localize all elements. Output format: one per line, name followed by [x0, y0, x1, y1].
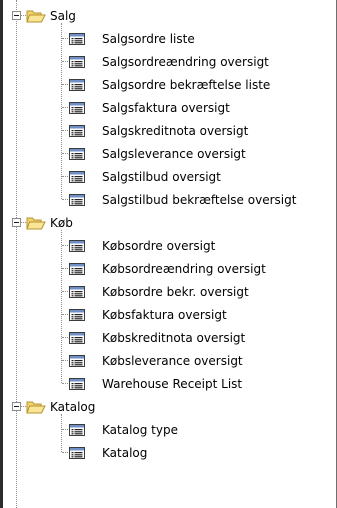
collapse-minus-icon[interactable]	[12, 218, 21, 227]
tree-item-label[interactable]: Katalog type	[102, 422, 178, 438]
report-list-icon	[69, 355, 85, 367]
tree-item-label[interactable]: Salgsordreændring oversigt	[102, 54, 269, 70]
open-folder-icon	[26, 216, 46, 230]
tree-connector	[61, 23, 62, 199]
tree-item-label[interactable]: Købsordre oversigt	[102, 238, 215, 254]
report-list-icon	[69, 447, 85, 459]
tree-item[interactable]	[0, 441, 336, 464]
tree-item-label[interactable]: Salgskreditnota oversigt	[102, 123, 248, 139]
tree-item-label[interactable]: Købsordre bekr. oversigt	[102, 284, 249, 300]
report-list-icon	[69, 378, 85, 390]
tree-item-label[interactable]: Salgsordre bekræftelse liste	[102, 77, 270, 93]
tree-group-label[interactable]: Katalog	[50, 399, 95, 415]
open-folder-icon	[26, 9, 46, 23]
collapse-minus-icon[interactable]	[12, 11, 21, 20]
tree-item-label[interactable]: Købsleverance oversigt	[102, 353, 243, 369]
report-list-icon	[69, 263, 85, 275]
report-list-icon	[69, 240, 85, 252]
report-list-icon	[69, 79, 85, 91]
report-list-icon	[69, 309, 85, 321]
report-list-icon	[69, 424, 85, 436]
report-list-icon	[69, 194, 85, 206]
tree-item-label[interactable]: Købsfaktura oversigt	[102, 307, 227, 323]
tree-item-label[interactable]: Katalog	[102, 445, 147, 461]
open-folder-icon	[26, 400, 46, 414]
report-list-icon	[69, 286, 85, 298]
tree-connector	[61, 414, 62, 452]
tree-connector	[61, 230, 62, 383]
report-list-icon	[69, 56, 85, 68]
tree-item-label[interactable]: Salgsordre liste	[102, 31, 195, 47]
tree-item-label[interactable]: Salgsfaktura oversigt	[102, 100, 230, 116]
navigation-tree: Salg Salgsordre liste Salgsordreændring ov…	[0, 0, 337, 508]
tree-item-label[interactable]: Warehouse Receipt List	[102, 376, 242, 392]
report-list-icon	[69, 148, 85, 160]
tree-item-label[interactable]: Salgstilbud oversigt	[102, 169, 221, 185]
report-list-icon	[69, 125, 85, 137]
report-list-icon	[69, 102, 85, 114]
tree-item-label[interactable]: Salgstilbud bekræftelse oversigt	[102, 192, 296, 208]
tree-item-label[interactable]: Salgsleverance oversigt	[102, 146, 246, 162]
tree-group-label[interactable]: Salg	[50, 8, 76, 24]
tree-item-label[interactable]: Købskreditnota oversigt	[102, 330, 245, 346]
tree-group-label[interactable]: Køb	[50, 215, 73, 231]
tree-item-label[interactable]: Købsordreændring oversigt	[102, 261, 266, 277]
report-list-icon	[69, 332, 85, 344]
collapse-minus-icon[interactable]	[12, 402, 21, 411]
report-list-icon	[69, 171, 85, 183]
report-list-icon	[69, 33, 85, 45]
